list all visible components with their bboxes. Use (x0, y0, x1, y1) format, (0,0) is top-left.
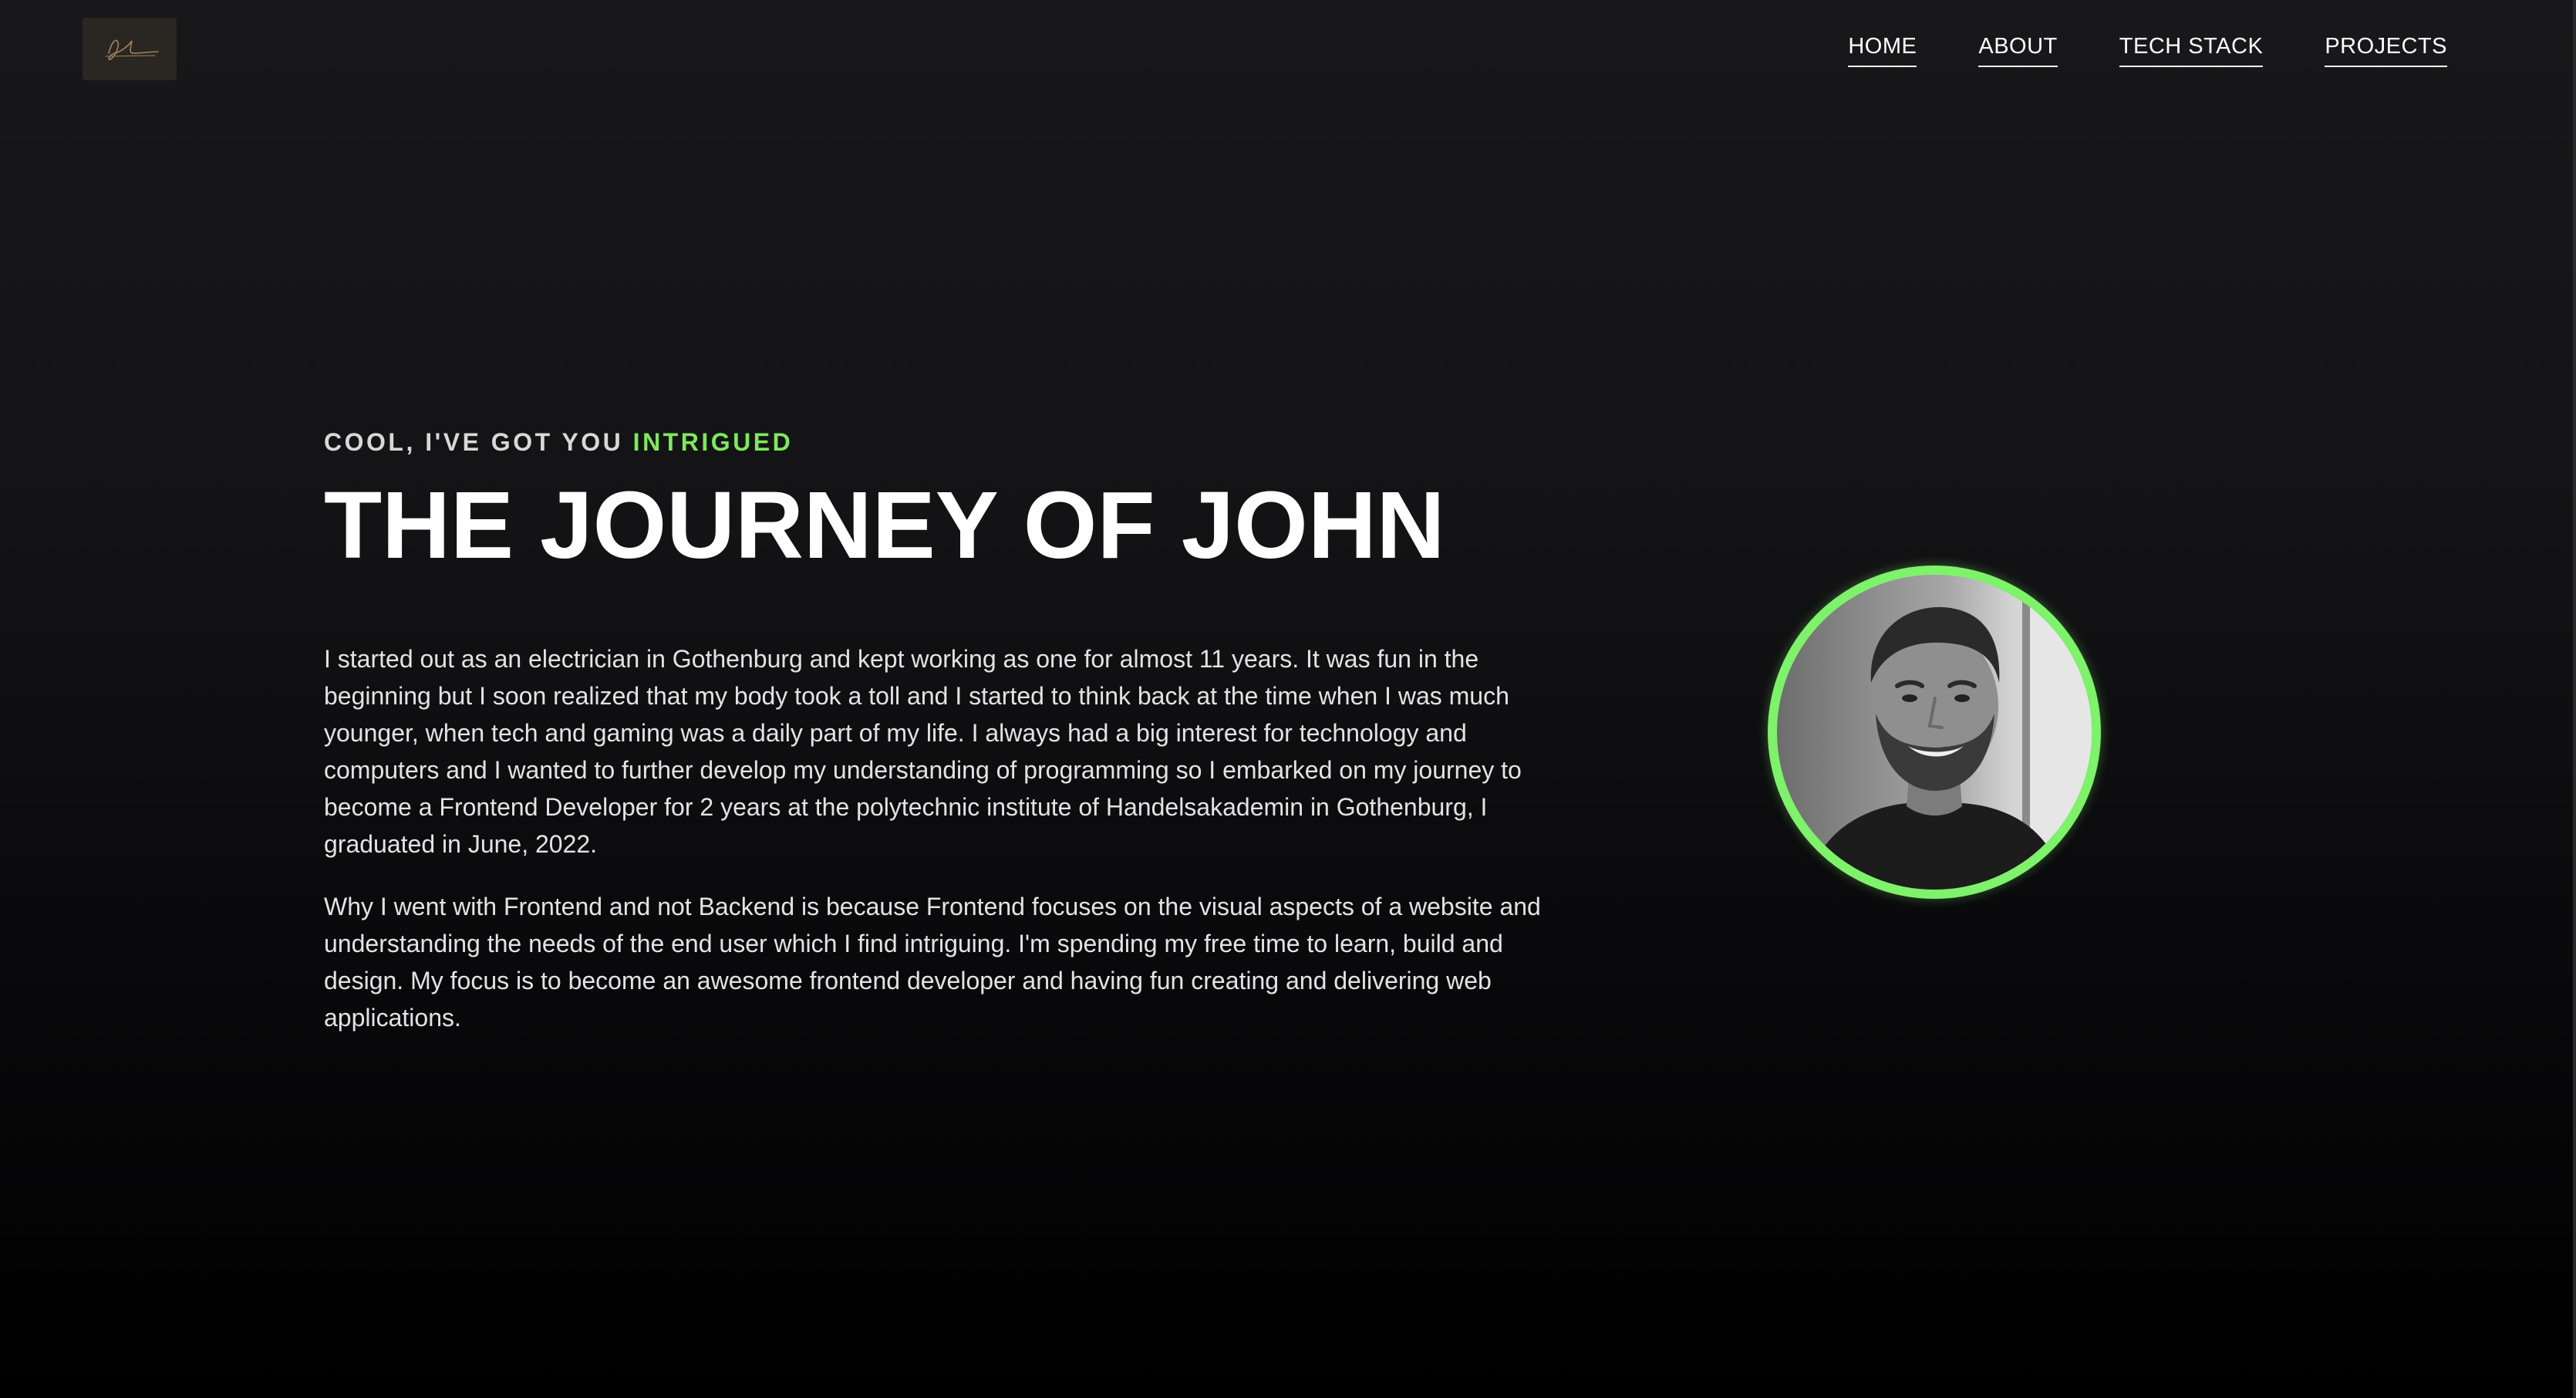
profile-photo-image (1777, 575, 2092, 890)
nav-tech-stack[interactable]: TECH STACK (2119, 34, 2264, 67)
profile-photo (1777, 575, 2092, 890)
about-section: COOL, I'VE GOT YOU INTRIGUED THE JOURNEY… (324, 428, 1589, 1036)
eyebrow-accent: INTRIGUED (632, 428, 794, 456)
about-page: HOME ABOUT TECH STACK PROJECTS COOL, I'V… (0, 0, 2576, 1398)
nav-projects[interactable]: PROJECTS (2325, 34, 2447, 67)
section-eyebrow: COOL, I'VE GOT YOU INTRIGUED (324, 428, 1589, 457)
about-paragraph-1: I started out as an electrician in Gothe… (324, 645, 1522, 858)
scrollbar[interactable] (2573, 0, 2576, 1398)
nav-about[interactable]: ABOUT (1978, 34, 2058, 67)
nav-home[interactable]: HOME (1848, 34, 1917, 67)
site-logo[interactable] (83, 18, 177, 80)
page-title: THE JOURNEY OF JOHN (324, 473, 1445, 579)
main-nav: HOME ABOUT TECH STACK PROJECTS (1848, 34, 2447, 67)
signature-logo-icon (105, 39, 159, 60)
eyebrow-prefix: COOL, I'VE GOT YOU (324, 428, 633, 456)
about-paragraph-2: Why I went with Frontend and not Backend… (324, 893, 1541, 1032)
profile-photo-ring (1768, 566, 2101, 899)
